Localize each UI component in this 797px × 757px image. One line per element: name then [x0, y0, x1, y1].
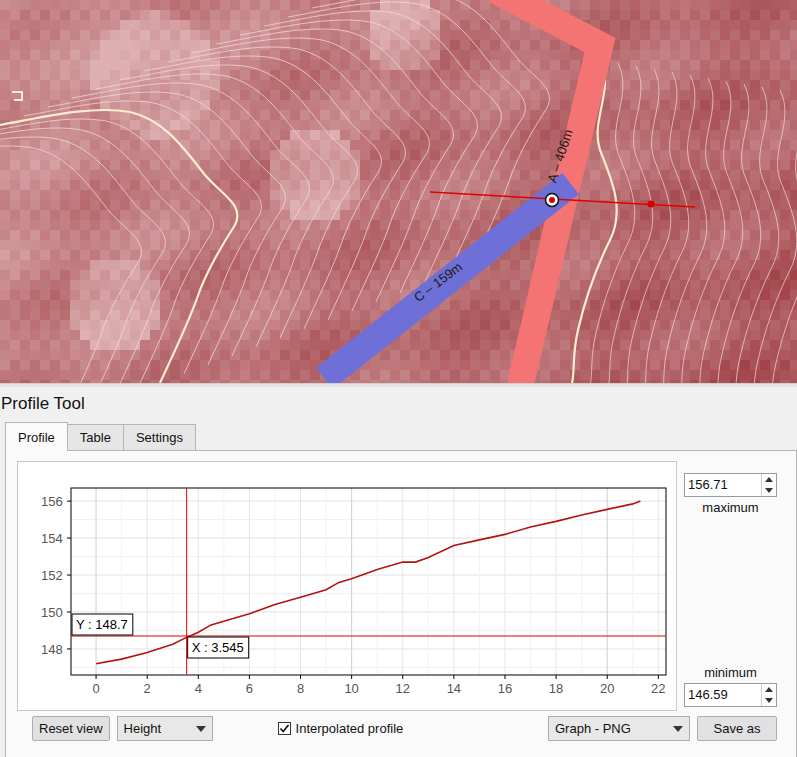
svg-text:Y : 148.7: Y : 148.7 — [76, 617, 128, 632]
x-tick-label: 16 — [498, 681, 512, 696]
y-tick-label: 154 — [41, 531, 63, 546]
export-format-value: Graph - PNG — [555, 721, 631, 736]
x-tick-label: 6 — [246, 681, 253, 696]
x-tick-label: 8 — [297, 681, 304, 696]
profile-tool-panel: Profile Tool ProfileTableSettings 148150… — [0, 387, 797, 757]
down-arrow-icon[interactable] — [765, 698, 773, 703]
checkbox-box[interactable] — [278, 722, 291, 735]
dropdown-arrow-icon[interactable] — [673, 726, 683, 732]
save-as-button[interactable]: Save as — [697, 716, 777, 741]
tab[interactable]: Profile — [5, 422, 68, 451]
profile-chart[interactable]: 148 150 152 154 156 0 2 4 6 8 10 12 14 16 18 20 22 Y : 14… — [17, 461, 677, 711]
tab-label: Table — [80, 430, 111, 445]
plot-area[interactable] — [71, 488, 666, 675]
svg-text:X : 3.545: X : 3.545 — [192, 640, 244, 655]
mode-value: Height — [124, 721, 162, 736]
x-tick-label: 10 — [344, 681, 358, 696]
spin-value[interactable]: 156.71 — [685, 474, 761, 496]
cursor-horizontal-line — [71, 636, 666, 637]
profile-line[interactable] — [430, 192, 695, 207]
road-c[interactable] — [335, 192, 560, 370]
down-arrow-icon[interactable] — [765, 488, 773, 493]
mode-dropdown[interactable]: Height — [117, 716, 213, 741]
spin-value[interactable]: 146.59 — [685, 684, 761, 706]
tab-content: 148 150 152 154 156 0 2 4 6 8 10 12 14 16 18 20 22 Y : 14… — [5, 450, 797, 757]
tab-bar: Profile Table Settings — [0, 421, 797, 450]
tab[interactable]: Settings — [123, 424, 196, 450]
spin-arrows[interactable] — [761, 474, 776, 496]
x-tick-label: 18 — [549, 681, 563, 696]
y-tick-label: 148 — [41, 642, 63, 657]
profile-point-icon[interactable] — [648, 201, 655, 208]
maximum-label: maximum — [684, 497, 777, 518]
range-controls: 156.71maximum minimum146.59 — [684, 461, 777, 711]
minimum-label: minimum — [684, 662, 777, 683]
x-tick-label: 0 — [92, 681, 99, 696]
x-tick-label: 2 — [144, 681, 151, 696]
export-format-dropdown[interactable]: Graph - PNG — [548, 716, 690, 741]
splitter[interactable] — [0, 383, 797, 387]
up-arrow-icon[interactable] — [765, 477, 773, 482]
y-tick-label: 156 — [41, 494, 63, 509]
x-tick-label: 12 — [396, 681, 410, 696]
profile-line — [96, 501, 640, 664]
x-tick-label: 22 — [651, 681, 665, 696]
map-view[interactable]: A – 406mC – 159m — [0, 0, 797, 383]
tab-label: Settings — [136, 430, 183, 445]
up-arrow-icon[interactable] — [765, 687, 773, 692]
bottom-controls: Reset view Height Interpolated profile Grap… — [17, 716, 796, 741]
node-marker-icon[interactable] — [546, 194, 559, 207]
tab-label: Profile — [18, 430, 55, 445]
minimum-spinbox[interactable]: 146.59 — [684, 683, 777, 707]
map-canvas[interactable] — [0, 0, 797, 383]
x-tick-label: 4 — [195, 681, 202, 696]
y-tick-label: 152 — [41, 568, 63, 583]
maximum-spinbox[interactable]: 156.71 — [684, 473, 777, 497]
x-tick-label: 20 — [600, 681, 614, 696]
panel-title: Profile Tool — [0, 387, 797, 421]
checkbox-label: Interpolated profile — [296, 721, 404, 736]
y-tick-label: 150 — [41, 605, 63, 620]
tab[interactable]: Table — [67, 424, 124, 450]
reset-view-button[interactable]: Reset view — [32, 716, 110, 741]
cursor-y-label: Y : 148.7 — [72, 614, 133, 635]
cursor-vertical-line — [186, 488, 187, 675]
checkmark-icon[interactable] — [279, 723, 290, 734]
interpolated-checkbox[interactable]: Interpolated profile — [278, 721, 404, 736]
profile-point-icon[interactable] — [549, 197, 555, 203]
cursor-x-label: X : 3.545 — [188, 637, 249, 658]
spin-arrows[interactable] — [761, 684, 776, 706]
dropdown-arrow-icon[interactable] — [196, 726, 206, 732]
x-tick-label: 14 — [447, 681, 461, 696]
